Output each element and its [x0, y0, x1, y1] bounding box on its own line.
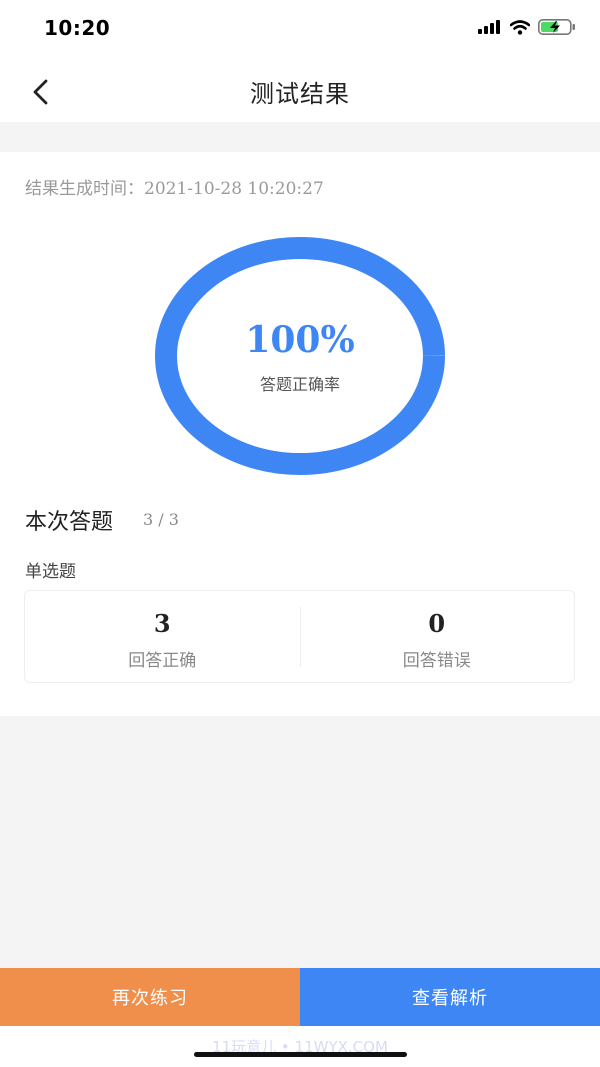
generated-timestamp: 2021-10-28 10:20:27 — [144, 179, 324, 199]
home-indicator — [194, 1052, 407, 1057]
accuracy-label: 答题正确率 — [259, 375, 340, 394]
battery-charging-icon — [538, 19, 575, 35]
stats-box: 3 回答正确 0 回答错误 — [24, 590, 575, 683]
stat-correct: 3 回答正确 — [25, 591, 300, 682]
stat-wrong-label: 回答错误 — [402, 651, 471, 671]
generated-time: 结果生成时间：2021-10-28 10:20:27 — [25, 174, 324, 199]
result-card: 结果生成时间：2021-10-28 10:20:27 100% 答题正确率 本次… — [0, 152, 600, 716]
nav-bar: 测试结果 — [0, 60, 600, 122]
generated-label: 结果生成时间： — [25, 179, 144, 199]
status-bar: 10:20 — [0, 0, 600, 60]
stat-wrong: 0 回答错误 — [299, 591, 575, 682]
page-title: 测试结果 — [250, 80, 350, 108]
view-analysis-button[interactable]: 查看解析 — [300, 968, 600, 1026]
status-time: 10:20 — [44, 16, 111, 40]
accuracy-ring: 100% 答题正确率 — [155, 237, 445, 475]
category-label: 单选题 — [25, 562, 76, 582]
stat-correct-label: 回答正确 — [128, 651, 197, 671]
footer: 11玩意儿 • 11WYX.COM — [0, 1026, 600, 1067]
signal-icon — [478, 20, 500, 34]
stat-wrong-value: 0 — [428, 609, 446, 638]
status-icons — [478, 19, 576, 35]
question-count: 3 / 3 — [143, 510, 179, 529]
bottom-action-bar: 再次练习 查看解析 — [0, 968, 600, 1026]
retry-button[interactable]: 再次练习 — [0, 968, 300, 1026]
section-title: 本次答题 — [25, 510, 114, 535]
wifi-icon — [510, 19, 530, 35]
stat-correct-value: 3 — [153, 609, 171, 638]
accuracy-percent: 100% — [245, 319, 355, 361]
